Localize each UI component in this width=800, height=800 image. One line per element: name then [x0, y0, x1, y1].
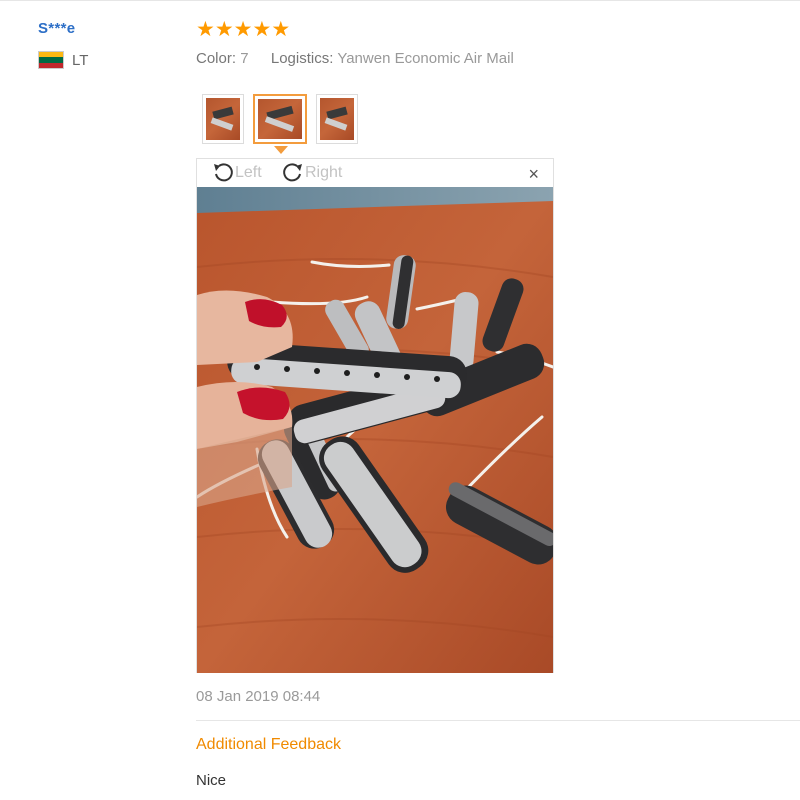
photo-thumbnail-selected[interactable]: [253, 94, 307, 144]
color-value: 7: [240, 50, 249, 67]
top-divider: [0, 0, 800, 1]
star-icon: ★: [271, 18, 291, 41]
photo-thumbnail[interactable]: [202, 94, 244, 144]
rotate-left-icon: [214, 163, 233, 182]
reviewer-info: S***e LT: [38, 20, 88, 69]
photo-thumbnails: [202, 94, 367, 144]
reviewer-country: LT: [38, 51, 88, 69]
star-icon: ★: [252, 18, 272, 41]
photo-viewer: Left Right ×: [196, 158, 554, 673]
color-label: Color:: [196, 50, 237, 67]
section-divider: [196, 720, 800, 721]
star-icon: ★: [233, 18, 253, 41]
rotate-right-icon: [283, 163, 302, 182]
lithuania-flag-icon: [38, 51, 64, 69]
review-photo: [197, 187, 553, 673]
review-date: 08 Jan 2019 08:44: [196, 688, 321, 705]
country-code: LT: [72, 51, 89, 69]
reviewer-name[interactable]: S***e: [38, 20, 88, 37]
rotate-left-button[interactable]: Left: [211, 161, 262, 185]
rotate-right-button[interactable]: Right: [281, 161, 342, 185]
star-icon: ★: [214, 18, 234, 41]
logistics-label: Logistics:: [270, 50, 334, 67]
logistics-value: Yanwen Economic Air Mail: [337, 50, 514, 67]
star-icon: ★: [196, 18, 215, 41]
star-rating: ★ ★ ★ ★ ★: [196, 18, 800, 41]
selected-thumbnail-pointer: [274, 146, 288, 154]
additional-feedback-title: Additional Feedback: [196, 736, 341, 753]
rotate-right-label: Right: [305, 164, 343, 181]
additional-feedback-text: Nice: [196, 772, 227, 789]
close-icon[interactable]: ×: [528, 165, 539, 183]
order-details: Color: 7 Logistics: Yanwen Economic Air …: [196, 50, 514, 67]
photo-thumbnail[interactable]: [316, 94, 358, 144]
rotate-left-label: Left: [235, 164, 262, 181]
viewer-toolbar: Left Right ×: [197, 159, 553, 187]
review-entry: ★ ★ ★ ★ ★ Color: 7 Logistics: Yanwen Eco…: [196, 18, 800, 789]
